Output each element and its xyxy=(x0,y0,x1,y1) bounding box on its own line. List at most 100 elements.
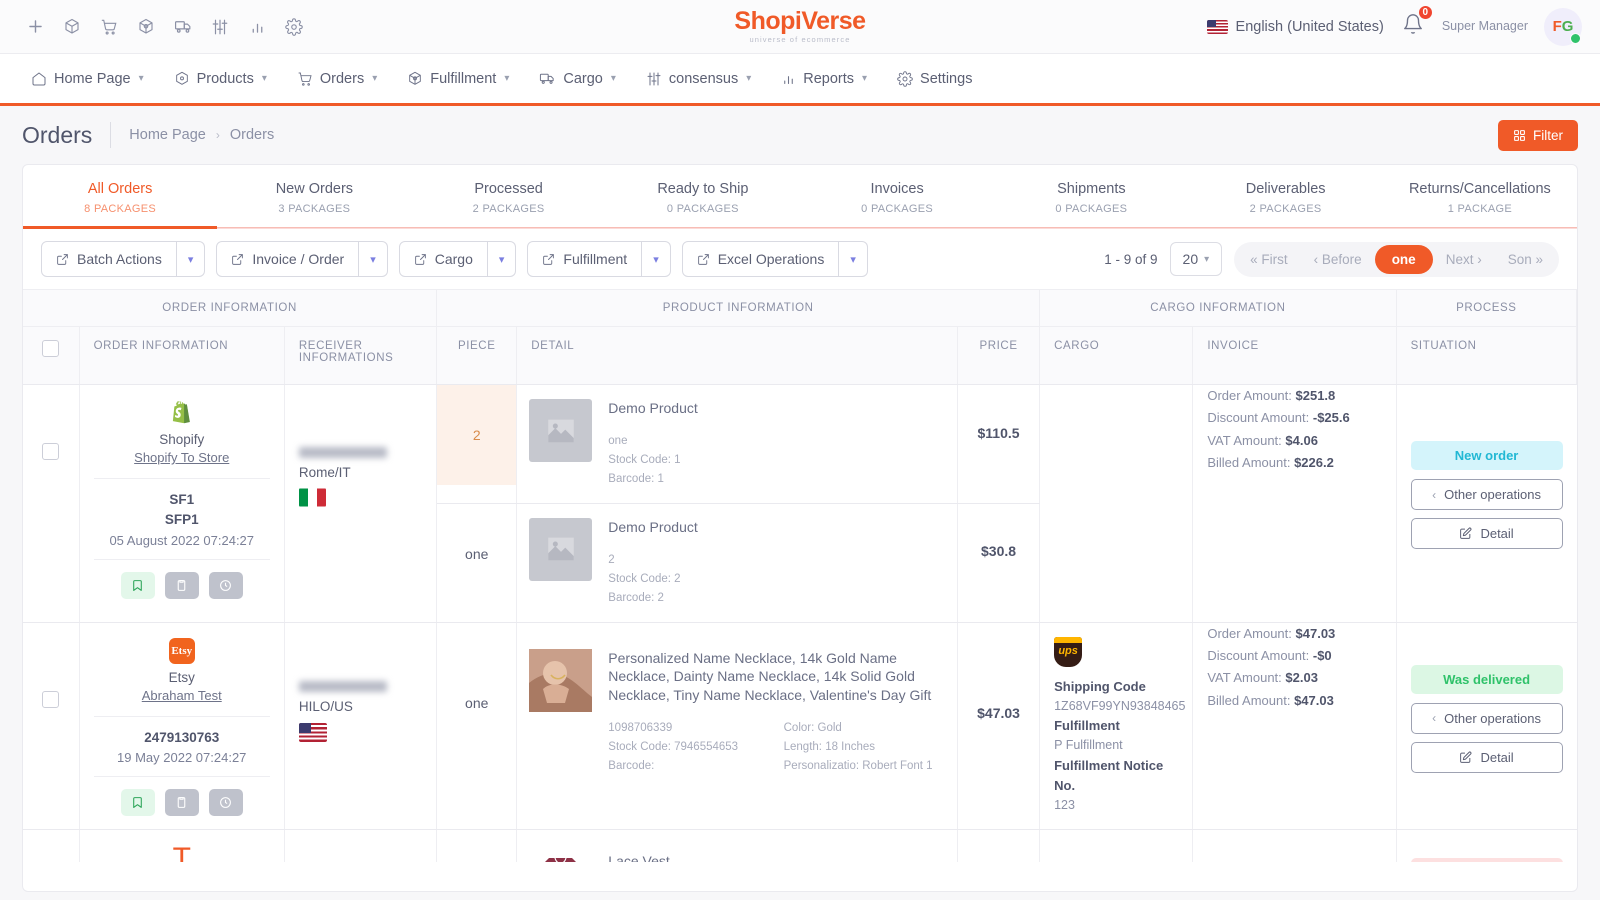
fulfillment-button[interactable]: Fulfillment xyxy=(527,241,643,277)
column-header-piece[interactable]: PIECE xyxy=(436,326,518,385)
tab-returns-cancellations[interactable]: Returns/Cancellations 1 PACKAGE xyxy=(1383,165,1577,228)
row-select-cell xyxy=(23,622,80,831)
tab-invoices[interactable]: Invoices 0 PACKAGES xyxy=(800,165,994,228)
info-icon-button[interactable] xyxy=(208,788,243,816)
bar-chart-icon[interactable] xyxy=(242,12,272,42)
bookmark-icon-button[interactable] xyxy=(120,571,155,599)
product-title[interactable]: Personalized Name Necklace, 14k Gold Nam… xyxy=(608,649,941,706)
tab-deliverables[interactable]: Deliverables 2 PACKAGES xyxy=(1189,165,1383,228)
other-operations-button[interactable]: ‹ Other operations xyxy=(1410,479,1563,510)
user-menu[interactable]: Super Manager xyxy=(1442,19,1528,35)
nav-item-reports[interactable]: Reports ▾ xyxy=(768,64,880,94)
button-label: Excel Operations xyxy=(717,251,825,267)
page-first-button[interactable]: « First xyxy=(1237,245,1301,274)
cargo-label: Fulfillment Notice No. xyxy=(1054,757,1164,793)
batch-actions-dropdown-toggle[interactable]: ▾ xyxy=(176,241,206,277)
cargo-dropdown-toggle[interactable]: ▾ xyxy=(487,241,517,277)
store-link[interactable]: Abraham Test xyxy=(142,688,222,703)
copy-icon-button[interactable] xyxy=(164,571,199,599)
row-checkbox[interactable] xyxy=(42,443,60,460)
chevron-down-icon: ▾ xyxy=(261,73,267,84)
fulfillment-dropdown-toggle[interactable]: ▾ xyxy=(642,241,671,277)
status-badge: Was delivered xyxy=(1410,664,1563,694)
avatar[interactable]: FG xyxy=(1544,7,1582,46)
breadcrumb-home-page[interactable]: Home Page xyxy=(129,127,206,143)
excel-operations-dropdown-toggle[interactable]: ▾ xyxy=(839,241,868,277)
invoice-order-button[interactable]: Invoice / Order xyxy=(216,241,360,277)
button-label: Cargo xyxy=(434,251,473,267)
nav-item-products[interactable]: Products ▾ xyxy=(161,64,280,94)
piece-count: one xyxy=(465,694,489,711)
detail-button[interactable]: Detail xyxy=(1410,741,1563,773)
nav-item-settings[interactable]: Settings xyxy=(884,64,985,94)
chevron-down-icon: ▾ xyxy=(1204,253,1210,265)
product-barcode: Barcode: 2 xyxy=(608,591,664,604)
notifications-button[interactable]: 0 xyxy=(1400,4,1434,42)
column-header-receiver-informations[interactable]: RECEIVER INFORMATIONS xyxy=(284,326,438,385)
column-header-cargo[interactable]: CARGO xyxy=(1039,326,1194,385)
filter-button[interactable]: Filter xyxy=(1498,119,1578,151)
store-link[interactable]: Shopify To Store xyxy=(134,450,229,465)
product-title[interactable]: Lace Vest xyxy=(608,852,941,862)
cargo-cell xyxy=(1039,384,1194,623)
column-header-invoice[interactable]: INVOICE xyxy=(1192,326,1397,385)
page-current-button[interactable]: one xyxy=(1374,244,1433,274)
page-previous-button[interactable]: ‹ Before xyxy=(1301,245,1375,274)
info-icon-button[interactable] xyxy=(208,571,243,599)
page-last-button[interactable]: Son » xyxy=(1495,245,1556,274)
tab-all-orders[interactable]: All Orders 8 PACKAGES xyxy=(23,165,218,229)
divider xyxy=(93,478,270,479)
page-next-button[interactable]: Next › xyxy=(1433,245,1495,274)
cargo-button[interactable]: Cargo xyxy=(398,241,488,277)
page-size-select[interactable]: 20 ▾ xyxy=(1169,242,1223,276)
excel-operations-button[interactable]: Excel Operations xyxy=(681,241,840,277)
column-header-detail[interactable]: DETAIL xyxy=(516,326,958,385)
detail-button[interactable]: Detail xyxy=(1410,518,1563,549)
tab-shipments[interactable]: Shipments 0 PACKAGES xyxy=(994,165,1188,228)
table-row: Shopify Shopify To Store SF1 SFP1 05 Aug… xyxy=(23,384,1577,623)
bookmark-icon-button[interactable] xyxy=(120,788,155,816)
piece-count: 2 xyxy=(437,385,517,485)
nav-label: consensus xyxy=(668,70,739,87)
box-icon[interactable] xyxy=(57,12,87,42)
nav-item-consensus[interactable]: consensus ▾ xyxy=(633,64,764,94)
gear-icon[interactable] xyxy=(279,12,309,42)
copy-icon-button[interactable] xyxy=(164,788,199,816)
chevron-down-icon: ▾ xyxy=(138,73,144,84)
product-title[interactable]: Demo Product xyxy=(608,518,941,537)
sliders-icon[interactable] xyxy=(205,12,235,42)
table-group-header-row: ORDER INFORMATION PRODUCT INFORMATION CA… xyxy=(23,290,1577,327)
nav-item-orders[interactable]: Orders ▾ xyxy=(284,64,390,94)
cargo-value: P Fulfillment xyxy=(1054,738,1123,753)
tab-processed[interactable]: Processed 2 PACKAGES xyxy=(412,165,606,228)
invoice-order-dropdown-toggle[interactable]: ▾ xyxy=(359,241,388,277)
order-id: 2479130763 xyxy=(144,729,220,745)
product-title[interactable]: Demo Product xyxy=(608,399,941,418)
column-header-situation[interactable]: SITUATION xyxy=(1396,326,1577,385)
piece-cell: one xyxy=(436,622,518,831)
cart-icon[interactable] xyxy=(94,12,124,42)
breadcrumb-orders[interactable]: Orders xyxy=(230,127,274,143)
truck-icon[interactable] xyxy=(168,12,198,42)
language-selector[interactable]: English (United States) xyxy=(1206,19,1384,35)
plus-icon[interactable] xyxy=(20,12,50,42)
batch-actions-split-button: Batch Actions ▾ xyxy=(41,241,206,277)
tab-new-orders[interactable]: New Orders 3 PACKAGES xyxy=(217,165,411,228)
row-checkbox[interactable] xyxy=(42,690,60,708)
product-image-placeholder xyxy=(529,399,593,462)
other-operations-button[interactable]: ‹ Other operations xyxy=(1410,702,1563,734)
nav-item-fulfillment[interactable]: Fulfillment ▾ xyxy=(394,64,522,94)
column-header-order-information[interactable]: ORDER INFORMATION xyxy=(79,326,285,385)
nav-item-home-page[interactable]: Home Page ▾ xyxy=(18,64,157,94)
product-barcode: Barcode: xyxy=(608,760,655,773)
brand-logo[interactable]: ShopiVerse universe of ecommerce xyxy=(734,9,866,44)
package-3d-icon[interactable] xyxy=(131,12,161,42)
receiver-name-redacted xyxy=(298,447,387,458)
nav-item-cargo[interactable]: Cargo ▾ xyxy=(526,63,629,94)
batch-actions-button[interactable]: Batch Actions xyxy=(41,241,177,277)
button-label: Other operations xyxy=(1444,487,1541,502)
select-all-checkbox[interactable] xyxy=(42,340,60,357)
column-header-price[interactable]: PRICE xyxy=(957,326,1041,385)
external-link-icon xyxy=(232,253,244,265)
tab-ready-to-ship[interactable]: Ready to Ship 0 PACKAGES xyxy=(606,165,800,228)
